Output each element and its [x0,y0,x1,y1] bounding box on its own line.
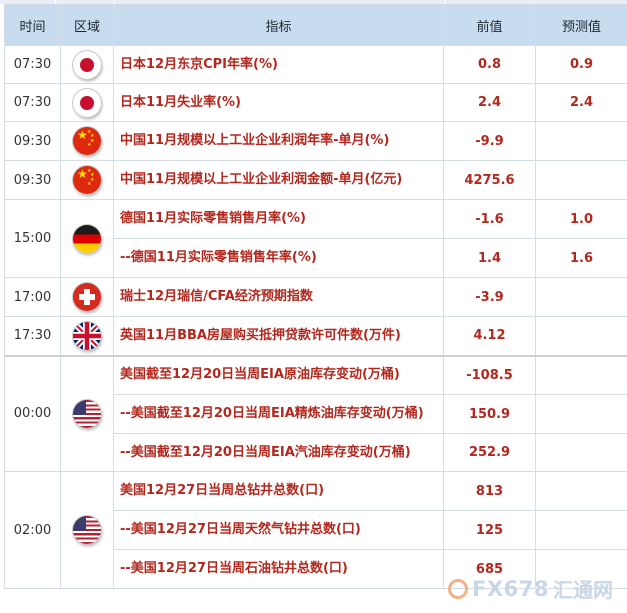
economic-calendar-table: 时间 区域 指标 前值 预测值 07:30 日本12月东京CPI年率(%) 0.8 0… [4,4,627,589]
row-time: 02:00 [4,471,61,589]
column-header-indicator: 指标 [113,4,444,46]
germany-flag-icon [73,224,101,253]
row-forecast-value [535,354,627,395]
table-row: 17:00 瑞士12月瑞信/CFA经济预期指数 -3.9 [4,277,627,317]
row-region [60,277,114,317]
row-forecast-value [535,433,627,472]
row-forecast-value [535,316,627,356]
table-row: 07:30 日本11月失业率(%) 2.4 2.4 [4,83,627,122]
fx678-logo-icon [448,578,469,599]
row-previous-value: -108.5 [443,354,536,395]
row-forecast-value: 0.9 [535,45,627,84]
row-time: 00:00 [4,354,61,472]
china-flag-icon: ★ ★ ★ ★ ★ [73,127,101,155]
row-indicator: --美国截至12月20日当周EIA精炼油库存变动(万桶) [113,394,444,434]
column-header-region: 区域 [60,4,114,46]
row-indicator: --美国12月27日当周天然气钻井总数(口) [113,510,444,550]
row-time: 07:30 [4,45,61,84]
switzerland-flag-icon [73,283,101,311]
row-indicator: 中国11月规模以上工业企业利润金额-单月(亿元) [113,160,444,200]
row-forecast-value: 2.4 [535,83,627,122]
row-time: 07:30 [4,83,61,122]
row-indicator: --美国截至12月20日当周EIA汽油库存变动(万桶) [113,433,444,472]
row-forecast-value: 1.6 [535,238,627,278]
row-region [60,316,114,356]
column-header-time: 时间 [4,4,61,46]
row-indicator: --美国12月27日当周石油钻井总数(口) [113,549,444,589]
row-previous-value: -9.9 [443,121,536,161]
row-indicator: 日本12月东京CPI年率(%) [113,45,444,84]
row-region [60,45,114,84]
row-indicator: 瑞士12月瑞信/CFA经济预期指数 [113,277,444,317]
row-time: 09:30 [4,121,61,161]
row-previous-value: 813 [443,471,536,511]
row-time: 17:30 [4,316,61,356]
row-previous-value: 1.4 [443,238,536,278]
watermark-brand: FX678 [472,576,549,601]
row-forecast-value: 1.0 [535,199,627,239]
usa-flag-icon [73,399,101,428]
column-header-previous: 前值 [443,4,536,46]
table-row: 02:00 美国12月27日当周总钻井总数(口) 813 [4,471,627,589]
table-body: 07:30 日本12月东京CPI年率(%) 0.8 0.9 07:30 日本11月失业率(… [4,45,627,589]
row-time: 09:30 [4,160,61,200]
row-indicator: 中国11月规模以上工业企业利润年率-单月(%) [113,121,444,161]
row-indicator: --德国11月实际零售销售年率(%) [113,238,444,278]
row-region: ★ ★ ★ ★ ★ [60,160,114,200]
watermark-cn: 汇通网 [553,578,613,602]
row-previous-value: 150.9 [443,394,536,434]
row-region [60,199,114,278]
usa-flag-icon [73,516,101,544]
row-indicator: 美国12月27日当周总钻井总数(口) [113,471,444,511]
uk-flag-icon [73,321,101,350]
table-row: 17:30 英国11月BBA房屋购买抵押贷款许可件数(万件) 4.12 [4,316,627,356]
table-header-row: 时间 区域 指标 前值 预测值 [4,4,627,46]
row-indicator: 日本11月失业率(%) [113,83,444,122]
row-forecast-value [535,160,627,200]
row-previous-value: 4275.6 [443,160,536,200]
table-row: 09:30 ★ ★ ★ ★ ★ 中国11月规模以上工业企业利润金额-单月(亿元) 4275.6 [4,160,627,200]
row-previous-value: 0.8 [443,45,536,84]
row-indicator: 德国11月实际零售销售月率(%) [113,199,444,239]
watermark: FX678 汇通网 [448,574,613,603]
row-forecast-value [535,277,627,317]
table-row: 07:30 日本12月东京CPI年率(%) 0.8 0.9 [4,45,627,84]
table-row: 00:00 美国截至12月20日当周EIA原油库存变动(万桶) -108.5 [4,354,627,472]
row-forecast-value [535,394,627,434]
row-previous-value: 2.4 [443,83,536,122]
row-region: ★ ★ ★ ★ ★ [60,121,114,161]
row-indicator: 美国截至12月20日当周EIA原油库存变动(万桶) [113,354,444,395]
row-region [60,83,114,122]
japan-flag-icon [73,50,101,79]
row-region [60,354,114,472]
row-previous-value: -3.9 [443,277,536,317]
row-forecast-value [535,510,627,550]
column-header-forecast: 预测值 [535,4,627,46]
row-forecast-value [535,471,627,511]
row-previous-value: 125 [443,510,536,550]
row-indicator: 英国11月BBA房屋购买抵押贷款许可件数(万件) [113,316,444,356]
row-previous-value: -1.6 [443,199,536,239]
china-flag-icon: ★ ★ ★ ★ ★ [73,166,101,194]
table-row: 09:30 ★ ★ ★ ★ ★ 中国11月规模以上工业企业利润年率-单月(%) -9.9 [4,121,627,161]
row-forecast-value [535,121,627,161]
row-time: 15:00 [4,199,61,278]
table-row: 15:00 德国11月实际零售销售月率(%) -1.6 1.0 [4,199,627,278]
row-time: 17:00 [4,277,61,317]
japan-flag-icon [73,88,101,117]
row-region [60,471,114,589]
row-previous-value: 252.9 [443,433,536,472]
row-previous-value: 4.12 [443,316,536,356]
